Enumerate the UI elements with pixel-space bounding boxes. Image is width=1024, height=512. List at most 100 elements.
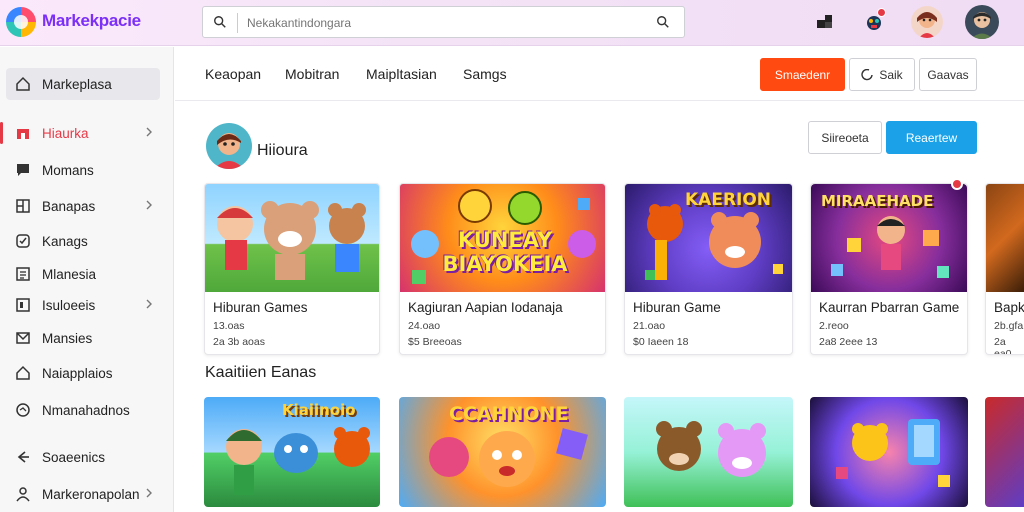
sidebar-item-nmanahadnos[interactable]: Nmanahadnos xyxy=(6,394,160,426)
profile-avatar[interactable] xyxy=(206,123,252,169)
check-icon xyxy=(14,232,32,250)
notification-badge xyxy=(877,8,886,17)
card-meta: 21.oao xyxy=(633,320,666,332)
card-title: Bapk xyxy=(994,300,1024,315)
secondary-action-button[interactable]: Saik xyxy=(849,58,915,91)
person-icon xyxy=(14,485,32,503)
card-title: Hiburan Games xyxy=(213,300,308,315)
main-content: Keaopan Mobitran Maipltasian Samgs Smaed… xyxy=(175,47,1024,512)
chevron-right-icon xyxy=(146,200,152,210)
card-meta: 2.reoo xyxy=(819,320,849,332)
sidebar: Markeplasa Hiaurka Momans Banapas Kanags… xyxy=(0,47,174,512)
sidebar-item-hiaurka[interactable]: Hiaurka xyxy=(0,117,160,149)
share-icon xyxy=(14,448,32,466)
tab-maipltasian[interactable]: Maipltasian xyxy=(366,66,437,82)
search-input[interactable] xyxy=(247,14,627,32)
sidebar-item-label: Banapas xyxy=(42,198,96,214)
game-card[interactable]: Bapk 2b.gfa 2a ea0 xyxy=(985,183,1024,355)
sidebar-item-mansies[interactable]: Mansies xyxy=(6,322,160,354)
box-icon xyxy=(14,296,32,314)
card-meta: 13.oas xyxy=(213,320,245,332)
search-submit-icon[interactable] xyxy=(656,15,670,29)
search-bar[interactable] xyxy=(202,6,685,38)
search-divider xyxy=(237,13,238,33)
card-meta-secondary: $0 Iaeen 18 xyxy=(633,336,689,348)
sidebar-item-kanags[interactable]: Kanags xyxy=(6,225,160,257)
card-meta-secondary: $5 Breeoas xyxy=(408,336,462,348)
game-card[interactable]: KAERION Hiburan Game 21.oao $0 Iaeen 18 xyxy=(624,183,793,355)
profile-outline-button[interactable]: Siireoeta xyxy=(808,121,882,154)
tab-samgs[interactable]: Samgs xyxy=(463,66,507,82)
game-card-thumbnail[interactable]: CCAHNONE xyxy=(399,397,606,507)
game-card[interactable]: KUNEAY BIAYOKEIA Kagiuran Aapian Iodanaj… xyxy=(399,183,606,355)
card-meta-secondary: 2a8 2eee 13 xyxy=(819,336,878,348)
profile-primary-button[interactable]: Reaertew xyxy=(886,121,977,154)
chevron-right-icon xyxy=(146,299,152,309)
sidebar-item-label: Nmanahadnos xyxy=(42,402,130,418)
game-card-thumbnail[interactable] xyxy=(624,397,793,507)
notification-icon[interactable] xyxy=(860,8,888,36)
card-meta: 2b.gfa xyxy=(994,320,1024,332)
puzzle-icon[interactable] xyxy=(811,8,839,36)
secondary-action-label: Saik xyxy=(879,67,903,82)
game-card-thumbnail[interactable] xyxy=(810,397,968,507)
sidebar-item-label: Markeronapolan xyxy=(42,486,140,502)
store-icon xyxy=(14,124,32,142)
edit-icon xyxy=(861,68,874,80)
card-thumbnail xyxy=(986,184,1024,292)
card-thumbnail-text: CCAHNONE xyxy=(449,403,569,425)
chat-icon xyxy=(14,161,32,179)
brand-name[interactable]: Markekpacie xyxy=(42,11,141,31)
sidebar-item-isuloeeis[interactable]: Isuloeeis xyxy=(6,289,160,321)
card-meta-secondary: 2a 3b aoas xyxy=(213,336,265,348)
sidebar-item-markeplasa[interactable]: Markeplasa xyxy=(6,68,160,100)
sidebar-item-label: Mansies xyxy=(42,330,93,346)
sidebar-item-label: Soaeenics xyxy=(42,449,106,465)
user-avatar-small[interactable] xyxy=(911,6,943,38)
house-icon xyxy=(14,364,32,382)
chevron-right-icon xyxy=(146,127,152,137)
top-bar: Markekpacie xyxy=(0,0,1024,46)
section-title: Kaaitiien Eanas xyxy=(205,364,317,381)
card-thumbnail xyxy=(205,184,379,292)
sidebar-item-banapas[interactable]: Banapas xyxy=(6,190,160,222)
card-title: Hiburan Game xyxy=(633,300,721,315)
sidebar-item-label: Isuloeeis xyxy=(42,297,96,313)
sidebar-item-markeronapolan[interactable]: Markeronapolan xyxy=(6,478,160,510)
search-icon[interactable] xyxy=(213,15,227,29)
tab-keaopan[interactable]: Keaopan xyxy=(205,66,261,82)
card-thumbnail: MIRAAEHADE xyxy=(811,184,967,292)
home-icon xyxy=(14,75,32,93)
card-meta-secondary: 2a ea0 xyxy=(994,336,1012,355)
sidebar-item-soaeenics[interactable]: Soaeenics xyxy=(6,441,160,473)
profile-name: Hiioura xyxy=(257,142,308,159)
game-card[interactable]: Hiburan Games 13.oas 2a 3b aoas xyxy=(204,183,380,355)
mail-icon xyxy=(14,329,32,347)
card-title: Kagiuran Aapian Iodanaja xyxy=(408,300,563,315)
tab-mobitran[interactable]: Mobitran xyxy=(285,66,339,82)
sidebar-item-label: Markeplasa xyxy=(42,76,112,92)
card-thumbnail-text: KUNEAY BIAYOKEIA xyxy=(442,228,568,276)
card-thumbnail-text: Kiaiinoio xyxy=(282,401,356,419)
sidebar-item-label: Mlanesia xyxy=(42,266,97,282)
sidebar-item-label: Kanags xyxy=(42,233,88,249)
grid-icon xyxy=(14,197,32,215)
tab-bar: Keaopan Mobitran Maipltasian Samgs Smaed… xyxy=(175,47,1024,101)
game-card[interactable]: MIRAAEHADE Kaurran Pbarran Game 2.reoo 2… xyxy=(810,178,968,355)
chevron-right-icon xyxy=(146,488,152,498)
game-card-thumbnail[interactable]: Kiaiinoio xyxy=(204,397,380,507)
card-meta: 24.oao xyxy=(408,320,441,332)
tertiary-action-button[interactable]: Gaavas xyxy=(919,58,977,91)
sidebar-item-naiapplaios[interactable]: Naiapplaios xyxy=(6,357,160,389)
primary-action-button[interactable]: Smaedenr xyxy=(760,58,845,91)
card-thumbnail-text: MIRAAEHADE xyxy=(821,192,934,210)
card-thumbnail-text: KAERION xyxy=(685,190,772,210)
game-card-thumbnail[interactable] xyxy=(985,397,1024,507)
user-avatar[interactable] xyxy=(965,5,999,39)
sidebar-item-mlanesia[interactable]: Mlanesia xyxy=(6,258,160,290)
sidebar-item-momans[interactable]: Momans xyxy=(6,154,160,186)
card-title: Kaurran Pbarran Game xyxy=(819,300,960,315)
new-badge-dot xyxy=(951,178,963,190)
card-thumbnail: KUNEAY BIAYOKEIA xyxy=(400,184,605,292)
brand-logo[interactable] xyxy=(6,7,36,37)
